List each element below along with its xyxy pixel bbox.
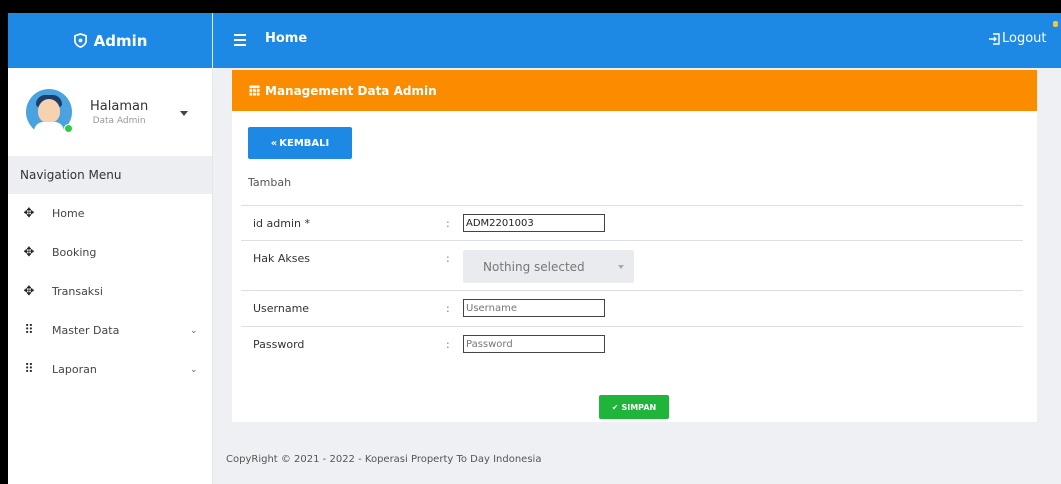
field-label: Username	[253, 302, 310, 315]
move-icon: ✥	[23, 284, 35, 299]
management-card: Management Data Admin « KEMBALI Tambah i…	[232, 70, 1037, 422]
username-input[interactable]	[463, 299, 605, 317]
form-row-hak-akses: Hak Akses : Nothing selected	[241, 240, 1023, 290]
shield-icon	[73, 33, 87, 48]
save-button[interactable]: ✔ SIMPAN	[599, 395, 669, 419]
colon: :	[446, 217, 450, 230]
field-label: Password	[253, 338, 305, 351]
double-chevron-left-icon: «	[270, 137, 278, 149]
sidebar-item-label: Master Data	[52, 324, 120, 337]
brand[interactable]: Admin	[8, 13, 212, 68]
password-input[interactable]	[463, 335, 605, 353]
sidebar-item-booking[interactable]: ✥ Booking	[8, 233, 212, 272]
form-subtitle: Tambah	[248, 176, 292, 189]
online-status-dot	[64, 124, 73, 133]
chevron-down-icon: ⌄	[190, 325, 198, 336]
logout-label: Logout	[1002, 31, 1047, 46]
sidebar-item-label: Booking	[52, 246, 97, 259]
brand-title: Admin	[93, 31, 148, 50]
form-row-id-admin: id admin * :	[241, 205, 1023, 240]
field-label: Hak Akses	[253, 252, 311, 265]
move-icon: ✥	[23, 206, 35, 221]
save-button-label: SIMPAN	[621, 402, 657, 412]
back-button[interactable]: « KEMBALI	[248, 127, 352, 159]
hamburger-menu-icon[interactable]	[234, 34, 246, 49]
select-value: Nothing selected	[483, 259, 585, 274]
logout-button[interactable]: Logout	[988, 31, 1047, 46]
card-title: Management Data Admin	[265, 83, 437, 98]
nav-header: Navigation Menu	[8, 156, 212, 194]
form-row-password: Password :	[241, 326, 1023, 362]
form-row-username: Username :	[241, 290, 1023, 326]
user-menu-caret-icon[interactable]	[180, 111, 188, 116]
user-name: Halaman	[90, 98, 149, 114]
table-icon	[249, 85, 260, 96]
caret-down-icon	[618, 265, 624, 269]
hak-akses-select[interactable]: Nothing selected	[463, 250, 634, 283]
id-admin-input[interactable]	[463, 214, 605, 232]
grid-icon: ⠿	[24, 323, 34, 338]
user-role: Data Admin	[92, 115, 146, 126]
colon: :	[446, 338, 450, 351]
colon: :	[446, 252, 450, 265]
move-icon: ✥	[23, 245, 35, 260]
avatar[interactable]	[26, 89, 73, 135]
admin-form: id admin * : Hak Akses : Nothing selecte…	[241, 205, 1023, 362]
notification-dot	[1053, 21, 1058, 27]
topbar: Home Logout	[213, 13, 1061, 68]
sidebar-item-label: Transaksi	[52, 285, 103, 298]
sidebar-item-laporan[interactable]: ⠿ Laporan ⌄	[8, 350, 212, 389]
chevron-down-icon: ⌄	[190, 364, 198, 375]
grid-icon: ⠿	[24, 362, 34, 377]
sidebar: Admin Halaman Data Admin Navigation Menu…	[8, 13, 213, 484]
card-header: Management Data Admin	[232, 70, 1037, 111]
sidebar-item-label: Home	[52, 207, 85, 220]
sidebar-item-home[interactable]: ✥ Home	[8, 194, 212, 233]
back-button-label: KEMBALI	[279, 137, 330, 149]
page-title: Home	[265, 31, 308, 46]
check-icon: ✔	[611, 402, 619, 412]
logout-icon	[989, 32, 1000, 45]
sidebar-item-master-data[interactable]: ⠿ Master Data ⌄	[8, 311, 212, 350]
sidebar-item-transaksi[interactable]: ✥ Transaksi	[8, 272, 212, 311]
colon: :	[446, 302, 450, 315]
field-label: id admin *	[253, 217, 310, 230]
footer-copyright: CopyRight © 2021 - 2022 - Koperasi Prope…	[226, 454, 542, 465]
user-panel: Halaman Data Admin	[8, 68, 212, 156]
sidebar-item-label: Laporan	[52, 363, 97, 376]
